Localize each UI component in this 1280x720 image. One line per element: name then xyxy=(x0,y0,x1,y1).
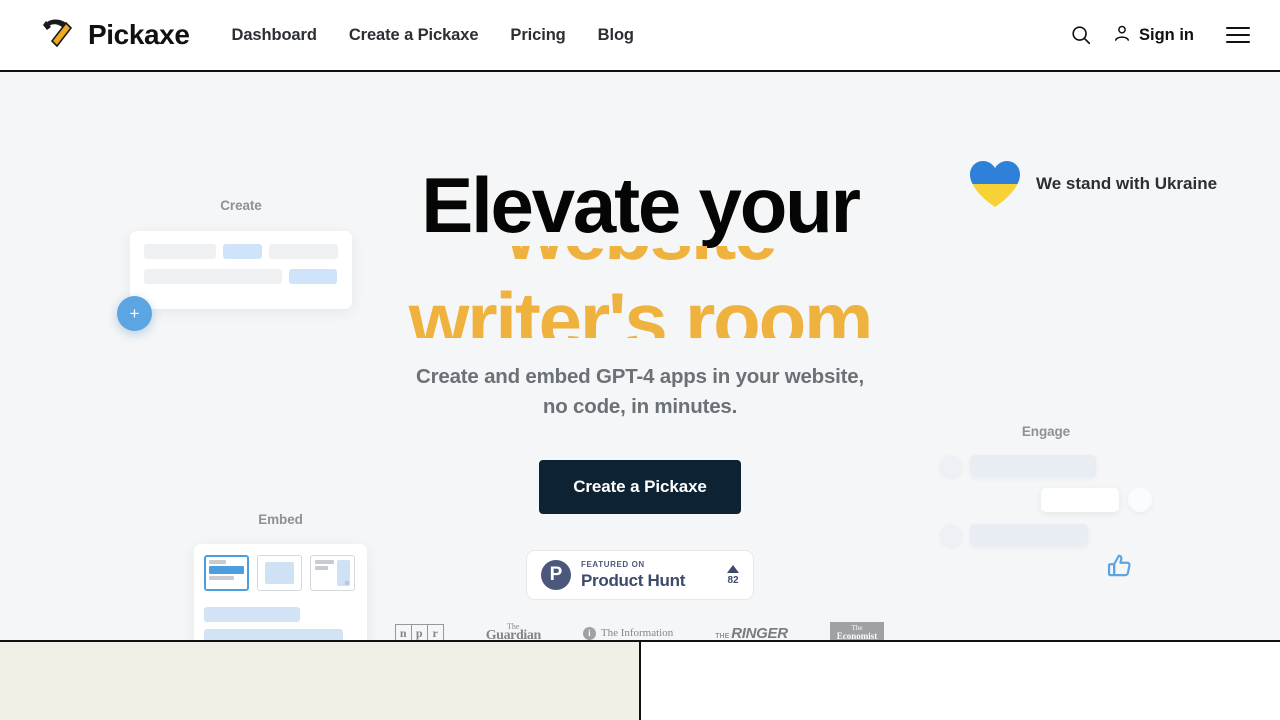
nav-item-create-a-pickaxe[interactable]: Create a Pickaxe xyxy=(349,26,479,45)
press-logo-row: n p r The Guardian i The Information THE… xyxy=(394,622,885,641)
information-name: The Information xyxy=(600,627,674,639)
brand-name: Pickaxe xyxy=(88,19,190,50)
press-logo-npr: n p r xyxy=(394,624,444,640)
rotator-track: website writer's room xyxy=(320,246,960,338)
product-hunt-name: Product Hunt xyxy=(581,571,686,590)
search-icon[interactable] xyxy=(1070,24,1092,46)
press-logo-the-ringer: THE RINGER xyxy=(715,625,788,641)
economist-name: Economist xyxy=(836,631,878,641)
rotator-word: website xyxy=(505,246,778,276)
product-hunt-badge[interactable]: P FEATURED ON Product Hunt 82 xyxy=(526,550,754,600)
user-icon xyxy=(1112,23,1132,48)
npr-letter: r xyxy=(426,624,444,640)
hero-section: We stand with Ukraine Create + Embed Eng… xyxy=(0,72,1280,640)
product-hunt-text: FEATURED ON Product Hunt xyxy=(581,560,686,590)
product-hunt-featured-label: FEATURED ON xyxy=(581,560,645,569)
sign-in-label: Sign in xyxy=(1139,25,1194,44)
hero-subheadline-line2: no code, in minutes. xyxy=(542,395,738,418)
guardian-name: Guardian xyxy=(485,628,542,640)
information-badge-icon: i xyxy=(582,626,596,640)
sign-in-button[interactable]: Sign in xyxy=(1112,23,1194,48)
hero-subheadline-line1: Create and embed GPT-4 apps in your webs… xyxy=(415,365,865,388)
hero-center-column: Elevate your website writer's room Creat… xyxy=(0,72,1280,640)
product-hunt-icon: P xyxy=(541,560,571,590)
nav-item-pricing[interactable]: Pricing xyxy=(510,26,565,45)
bottom-section xyxy=(0,640,1280,720)
main-nav: Dashboard Create a Pickaxe Pricing Blog xyxy=(232,26,634,45)
headline-word-rotator: website writer's room xyxy=(320,246,960,338)
product-hunt-vote-count: 82 xyxy=(727,574,739,586)
product-hunt-upvote[interactable]: 82 xyxy=(727,564,739,586)
press-logo-the-economist: The Economist xyxy=(829,622,885,641)
nav-item-blog[interactable]: Blog xyxy=(598,26,634,45)
npr-letter: n xyxy=(394,624,412,640)
site-header: Pickaxe Dashboard Create a Pickaxe Prici… xyxy=(0,0,1280,72)
pickaxe-hammer-icon xyxy=(40,16,80,54)
bottom-left-panel xyxy=(0,642,641,720)
page-title: Elevate your xyxy=(421,161,861,249)
burger-line xyxy=(1226,27,1250,29)
brand-logo-link[interactable]: Pickaxe xyxy=(40,16,190,54)
rotator-word: writer's room xyxy=(408,276,874,338)
bottom-right-panel xyxy=(641,642,1280,720)
header-actions: Sign in xyxy=(1070,23,1250,48)
press-logo-the-guardian: The Guardian xyxy=(485,622,542,640)
nav-item-dashboard[interactable]: Dashboard xyxy=(232,26,317,45)
create-a-pickaxe-button[interactable]: Create a Pickaxe xyxy=(539,460,741,514)
caret-up-icon xyxy=(727,564,739,573)
burger-line xyxy=(1226,34,1250,36)
npr-letter: p xyxy=(410,624,428,640)
burger-line xyxy=(1226,41,1250,43)
hamburger-menu-icon[interactable] xyxy=(1226,27,1250,43)
press-logo-the-information: i The Information xyxy=(582,626,674,640)
hero-subheadline: Create and embed GPT-4 apps in your webs… xyxy=(416,362,864,422)
ringer-the: THE xyxy=(715,632,730,640)
ringer-name: RINGER xyxy=(731,624,788,641)
